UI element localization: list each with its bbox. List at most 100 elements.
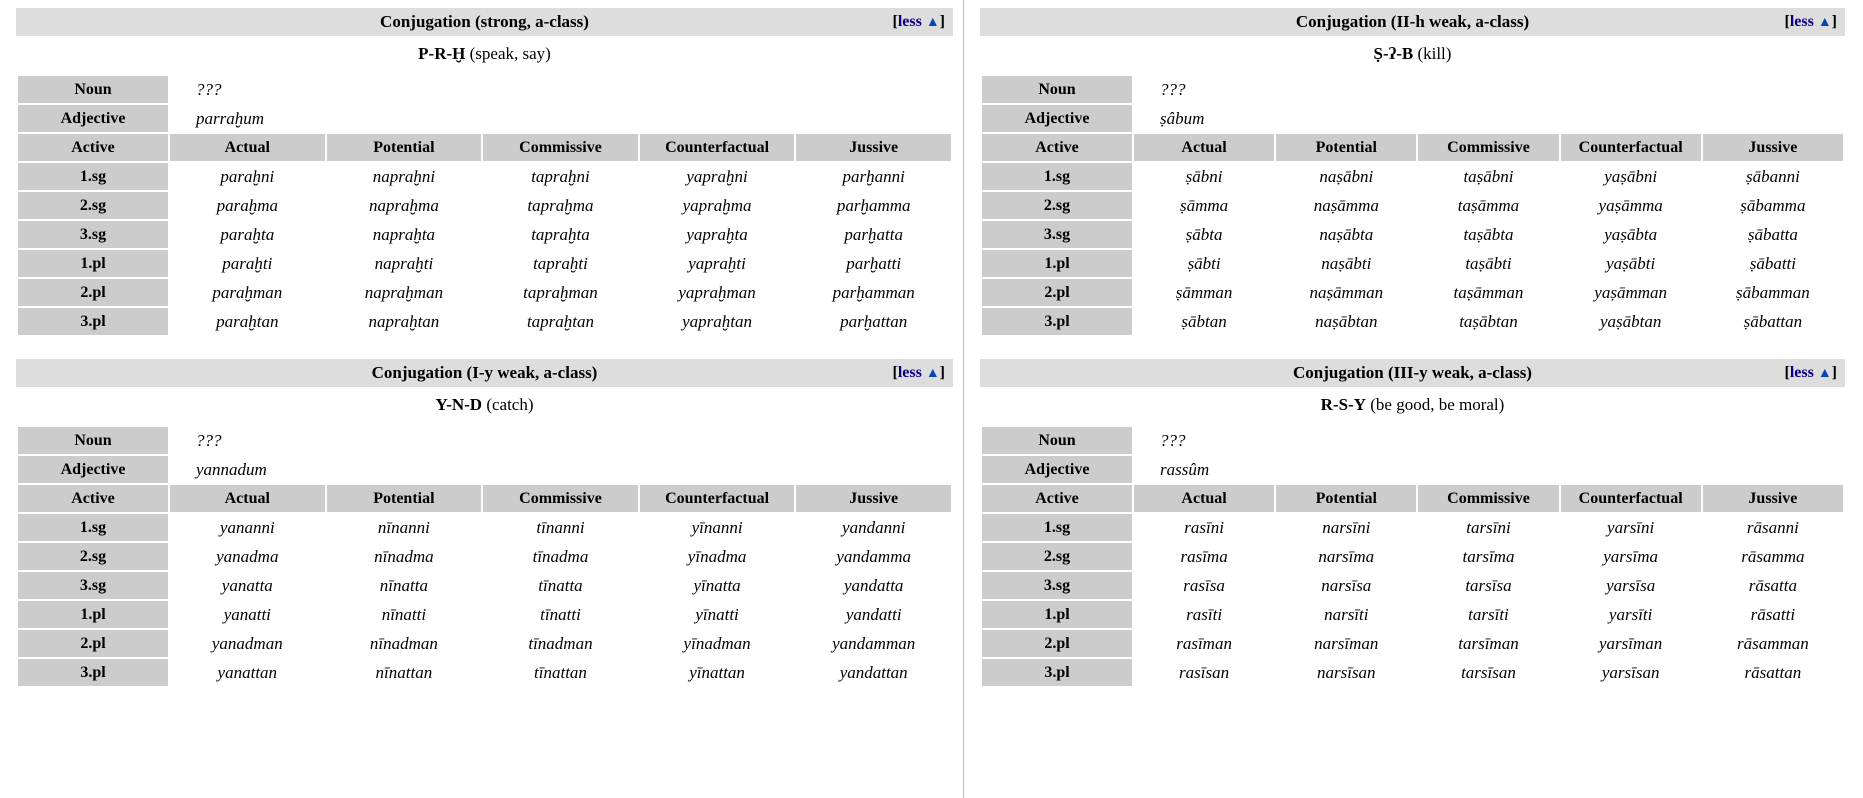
person-label: 3.sg <box>982 572 1132 599</box>
conjugation-title: Conjugation (strong, a-class) <box>380 12 589 31</box>
conjugation-title: Conjugation (I-y weak, a-class) <box>371 363 598 382</box>
verb-form-cell: napraḫni <box>326 163 482 190</box>
person-label: 3.pl <box>18 308 168 335</box>
person-label: 1.pl <box>982 250 1132 277</box>
verb-form-cell: tīnadma <box>483 543 638 570</box>
person-label: 2.pl <box>18 279 168 306</box>
verb-form-cell: rasīti <box>1134 601 1275 628</box>
person-label: 3.pl <box>982 659 1132 686</box>
column-header-row: Active Actual Potential Commissive Counterfa… <box>18 485 951 512</box>
verb-form-cell: napraḫti <box>326 250 482 277</box>
column-header-jussive: Jussive <box>1702 485 1843 512</box>
table-row: 2.pl ṣāmman naṣāmman taṣāmman yaṣāmman ṣābamm… <box>982 279 1843 306</box>
conjugation-title-bar: Conjugation (III-y weak, a-class) [less ▲… <box>980 359 1845 387</box>
verb-form-cell: napraḫman <box>326 279 482 306</box>
verb-form-cell: yarsīsan <box>1560 659 1701 686</box>
table-row: 2.sg paraḫma napraḫma tapraḫma yapraḫma parḫa… <box>18 192 951 219</box>
verb-form-cell: rāsatti <box>1702 601 1843 628</box>
verb-form-cell: yapraḫtan <box>639 308 795 335</box>
verb-form-cell: nīnatti <box>326 601 482 628</box>
verb-form-cell: napraḫtan <box>326 308 482 335</box>
column-header-row: Active Actual Potential Commissive Counterfa… <box>982 485 1843 512</box>
table-row: 3.sg ṣābta naṣābta taṣābta yaṣābta ṣābatta <box>982 221 1843 248</box>
verb-form-cell: nīnatta <box>326 572 482 599</box>
triangle-up-icon[interactable]: ▲ <box>926 15 940 30</box>
adjective-row: Adjective parraḫum <box>18 105 951 132</box>
verb-form-cell: ṣābamma <box>1702 192 1843 219</box>
person-label: 1.sg <box>18 514 168 541</box>
table-row: 1.sg yananni nīnanni tīnanni yīnanni yandanni <box>18 514 951 541</box>
conjugation-title: Conjugation (III-y weak, a-class) <box>1293 363 1532 382</box>
verb-form-cell: naṣābtan <box>1276 308 1417 335</box>
triangle-up-icon[interactable]: ▲ <box>1818 366 1832 381</box>
verb-form-cell: tapraḫma <box>483 192 638 219</box>
person-label: 1.pl <box>18 250 168 277</box>
noun-row: Noun??? <box>982 427 1843 454</box>
person-label: 3.sg <box>982 221 1132 248</box>
triangle-up-icon[interactable]: ▲ <box>1818 15 1832 30</box>
toggle-link-label[interactable]: less <box>1790 13 1814 30</box>
root-gloss: (catch) <box>486 395 534 414</box>
active-header: Active <box>982 485 1132 512</box>
verb-form-cell: tapraḫni <box>483 163 638 190</box>
person-label: 2.pl <box>18 630 168 657</box>
column-header-potential: Potential <box>326 134 482 161</box>
verb-form-cell: ṣābta <box>1134 221 1275 248</box>
column-header-counterfactual: Counterfactual <box>1560 134 1701 161</box>
verb-form-cell: rasīsan <box>1134 659 1275 686</box>
verb-form-cell: yaṣābni <box>1560 163 1701 190</box>
verb-form-cell: ṣābanni <box>1702 163 1843 190</box>
noun-row: Noun??? <box>18 76 951 103</box>
verb-form-cell: ṣābamman <box>1702 279 1843 306</box>
verb-form-cell: parḫatti <box>796 250 951 277</box>
collapse-toggle[interactable]: [less ▲] <box>1784 13 1837 31</box>
triangle-up-icon[interactable]: ▲ <box>926 366 940 381</box>
verb-form-cell: yapraḫman <box>639 279 795 306</box>
verb-form-cell: yandattan <box>796 659 951 686</box>
verb-form-cell: parḫattan <box>796 308 951 335</box>
verb-form-cell: yarsīma <box>1560 543 1701 570</box>
conjugation-tables-page: Conjugation (strong, a-class) [less ▲] P-R… <box>0 0 1863 798</box>
collapse-toggle[interactable]: [less ▲] <box>1784 364 1837 382</box>
verb-form-cell: rāsattan <box>1702 659 1843 686</box>
column-header-actual: Actual <box>170 485 325 512</box>
column-header-row: Active Actual Potential Commissive Counterfa… <box>982 134 1843 161</box>
verb-form-cell: tīnanni <box>483 514 638 541</box>
root-consonants: Y-N-D <box>435 395 483 414</box>
verb-form-cell: yarsīni <box>1560 514 1701 541</box>
verb-form-cell: yanatta <box>170 572 325 599</box>
verb-form-cell: yaṣābtan <box>1560 308 1701 335</box>
verb-form-cell: rāsanni <box>1702 514 1843 541</box>
conjugation-table: Noun??? Adjective parraḫum Active Actual Pote… <box>16 74 953 337</box>
toggle-link-label[interactable]: less <box>898 13 922 30</box>
toggle-link-label[interactable]: less <box>898 364 922 381</box>
conjugation-block-ii-h-weak-a-class: Conjugation (II-h weak, a-class) [less ▲]… <box>980 8 1845 337</box>
verb-form-cell: tarsīti <box>1418 601 1559 628</box>
person-label: 2.pl <box>982 630 1132 657</box>
table-row: 1.sg paraḫni napraḫni tapraḫni yapraḫni parḫa… <box>18 163 951 190</box>
verb-form-cell: rāsamman <box>1702 630 1843 657</box>
root-consonants: R-S-Y <box>1320 395 1366 414</box>
noun-label: Noun <box>18 427 168 454</box>
verb-form-cell: ṣāmma <box>1134 192 1275 219</box>
verb-form-cell: yapraḫni <box>639 163 795 190</box>
noun-value: ??? <box>170 76 951 103</box>
root-consonants: Ṣ-ʔ-B <box>1373 44 1414 63</box>
table-row: 2.pl yanadman nīnadman tīnadman yīnadman yand… <box>18 630 951 657</box>
toggle-close-bracket: ] <box>1831 13 1837 30</box>
column-header-actual: Actual <box>1134 134 1275 161</box>
verb-form-cell: rasīma <box>1134 543 1275 570</box>
verb-form-cell: tarsīni <box>1418 514 1559 541</box>
person-label: 1.sg <box>982 163 1132 190</box>
collapse-toggle[interactable]: [less ▲] <box>892 13 945 31</box>
toggle-link-label[interactable]: less <box>1790 364 1814 381</box>
table-row: 2.sg ṣāmma naṣāmma taṣāmma yaṣāmma ṣābamma <box>982 192 1843 219</box>
collapse-toggle[interactable]: [less ▲] <box>892 364 945 382</box>
verb-form-cell: ṣābti <box>1134 250 1275 277</box>
verb-form-cell: nīnadman <box>326 630 482 657</box>
person-label: 2.sg <box>18 192 168 219</box>
verb-form-cell: yaṣāmma <box>1560 192 1701 219</box>
verb-form-cell: taṣābta <box>1418 221 1559 248</box>
person-label: 1.sg <box>18 163 168 190</box>
table-row: 2.pl paraḫman napraḫman tapraḫman yapraḫman p… <box>18 279 951 306</box>
